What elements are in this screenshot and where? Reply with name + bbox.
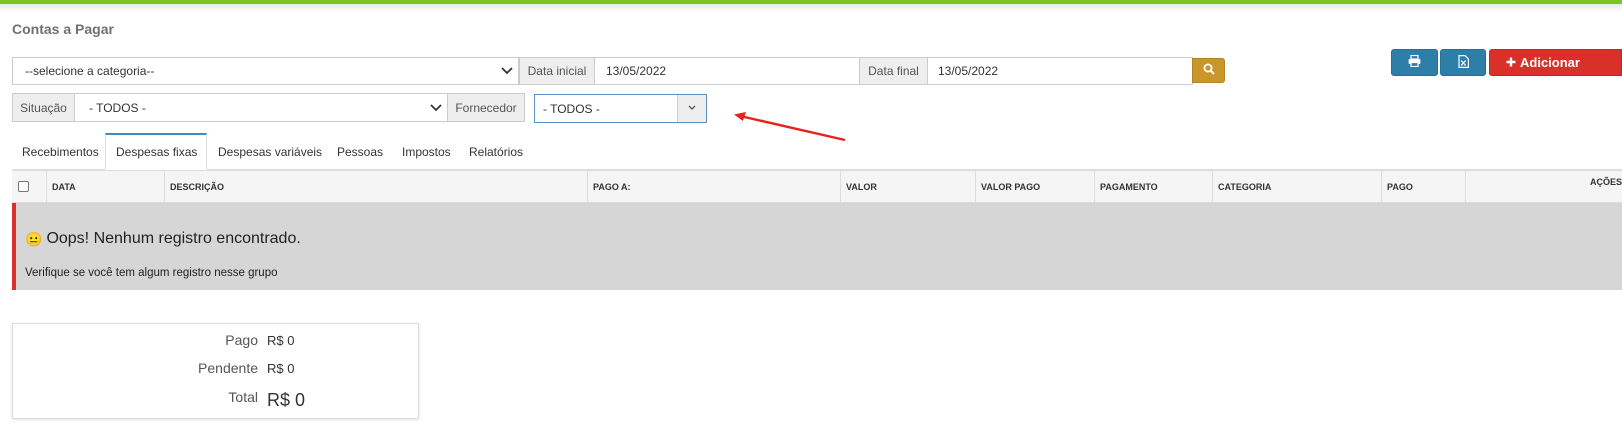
totals-summary: Pago R$ 0 Pendente R$ 0 Total R$ 0 [12,323,419,419]
column-header-pago-a[interactable]: PAGO A: [588,171,841,202]
date-end-input[interactable]: 13/05/2022 [927,57,1193,85]
printer-icon [1408,54,1421,70]
tab-pessoas[interactable]: Pessoas [337,133,383,170]
column-header-pago[interactable]: PAGO [1382,171,1466,202]
empty-state-alert: 😐 Oops! Nenhum registro encontrado. Veri… [12,203,1622,290]
excel-icon [1457,54,1469,71]
tab-despesas-fixas[interactable]: Despesas fixas [105,133,207,170]
tab-recebimentos[interactable]: Recebimentos [22,133,99,170]
search-icon [1203,63,1215,78]
pending-value: R$ 0 [267,361,295,376]
empty-state-title: Oops! Nenhum registro encontrado. [46,230,301,247]
add-button[interactable]: Adicionar [1489,49,1622,76]
supplier-select-value: - TODOS - [543,101,600,116]
column-header-descricao[interactable]: DESCRIÇÃO [165,171,588,202]
total-label: Total [228,389,258,405]
column-header-categoria[interactable]: CATEGORIA [1213,171,1382,202]
select-all-cell [12,171,47,202]
search-button[interactable] [1192,58,1225,83]
date-end-label: Data final [859,57,928,85]
situation-label: Situação [12,93,75,122]
chevron-down-icon [500,64,514,78]
empty-state-subtitle: Verifique se você tem algum registro nes… [25,267,278,279]
tab-bar: Recebimentos Despesas fixas Despesas var… [12,133,1622,170]
date-end-value: 13/05/2022 [938,64,999,78]
chevron-down-icon [688,100,696,114]
table-header: DATA DESCRIÇÃO PAGO A: VALOR VALOR PAGO … [12,170,1622,203]
add-button-label: Adicionar [1520,55,1580,70]
total-value: R$ 0 [267,390,306,410]
column-header-valor[interactable]: VALOR [841,171,976,202]
category-select-value: --selecione a categoria-- [25,64,155,78]
category-select[interactable]: --selecione a categoria-- [12,57,519,85]
column-header-valor-pago[interactable]: VALOR PAGO [976,171,1095,202]
date-start-label: Data inicial [519,57,595,85]
select-all-checkbox[interactable] [18,181,29,192]
paid-label: Pago [225,332,258,348]
plus-icon [1506,55,1516,70]
date-start-value: 13/05/2022 [606,64,667,78]
supplier-dropdown-toggle[interactable] [677,95,706,122]
situation-select[interactable]: - TODOS - [74,93,448,122]
supplier-select[interactable]: - TODOS - [534,94,707,123]
export-excel-button[interactable] [1440,49,1486,76]
top-shadow [0,4,1622,12]
date-start-input[interactable]: 13/05/2022 [594,57,860,85]
print-button[interactable] [1391,49,1438,76]
supplier-label: Fornecedor [447,93,525,122]
neutral-face-icon: 😐 [25,230,43,247]
tab-relatorios[interactable]: Relatórios [469,133,523,170]
page-title: Contas a Pagar [12,21,114,37]
situation-select-value: - TODOS - [89,100,146,115]
tab-impostos[interactable]: Impostos [402,133,451,170]
tab-despesas-variaveis[interactable]: Despesas variáveis [218,133,322,170]
column-header-pagamento[interactable]: PAGAMENTO [1095,171,1213,202]
empty-state-title-row: 😐 Oops! Nenhum registro encontrado. [25,230,301,248]
column-header-acoes: AÇÕES [1589,177,1622,187]
paid-value: R$ 0 [267,333,295,348]
column-header-data[interactable]: DATA [47,171,165,202]
chevron-down-icon [429,101,443,115]
pending-label: Pendente [198,360,258,376]
